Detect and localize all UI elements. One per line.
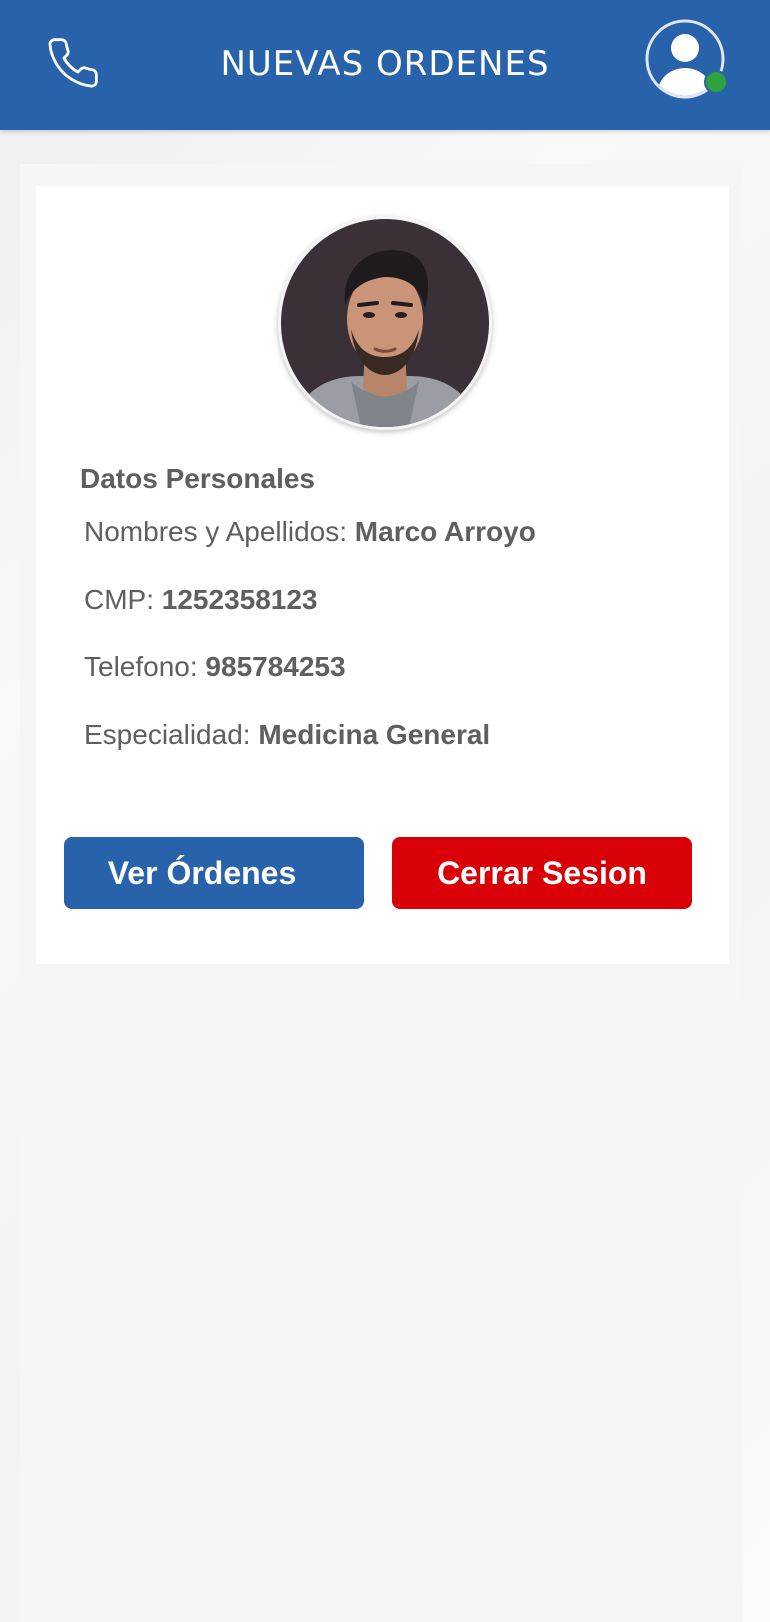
- info-value-specialty: Medicina General: [258, 719, 491, 750]
- info-value-cmp: 1252358123: [161, 584, 318, 615]
- info-row-phone: Telefono: 985784253: [84, 651, 346, 683]
- info-label: CMP:: [84, 584, 154, 615]
- info-row-name: Nombres y Apellidos: Marco Arroyo: [84, 516, 536, 548]
- online-status-indicator: [704, 70, 728, 94]
- info-row-specialty: Especialidad: Medicina General: [84, 719, 490, 751]
- info-row-cmp: CMP: 1252358123: [84, 584, 318, 616]
- user-avatar-button[interactable]: [644, 18, 730, 104]
- info-value-phone: 985784253: [205, 651, 346, 682]
- profile-photo: [278, 216, 492, 430]
- logout-button[interactable]: Cerrar Sesion: [392, 837, 692, 909]
- app-header: NUEVAS ORDENES: [0, 0, 770, 130]
- info-value-name: Marco Arroyo: [354, 516, 536, 547]
- info-label: Nombres y Apellidos:: [84, 516, 348, 547]
- section-title: Datos Personales: [80, 463, 315, 494]
- view-orders-button[interactable]: Ver Órdenes: [64, 837, 364, 909]
- info-label: Telefono:: [84, 651, 198, 682]
- info-label: Especialidad:: [84, 719, 251, 750]
